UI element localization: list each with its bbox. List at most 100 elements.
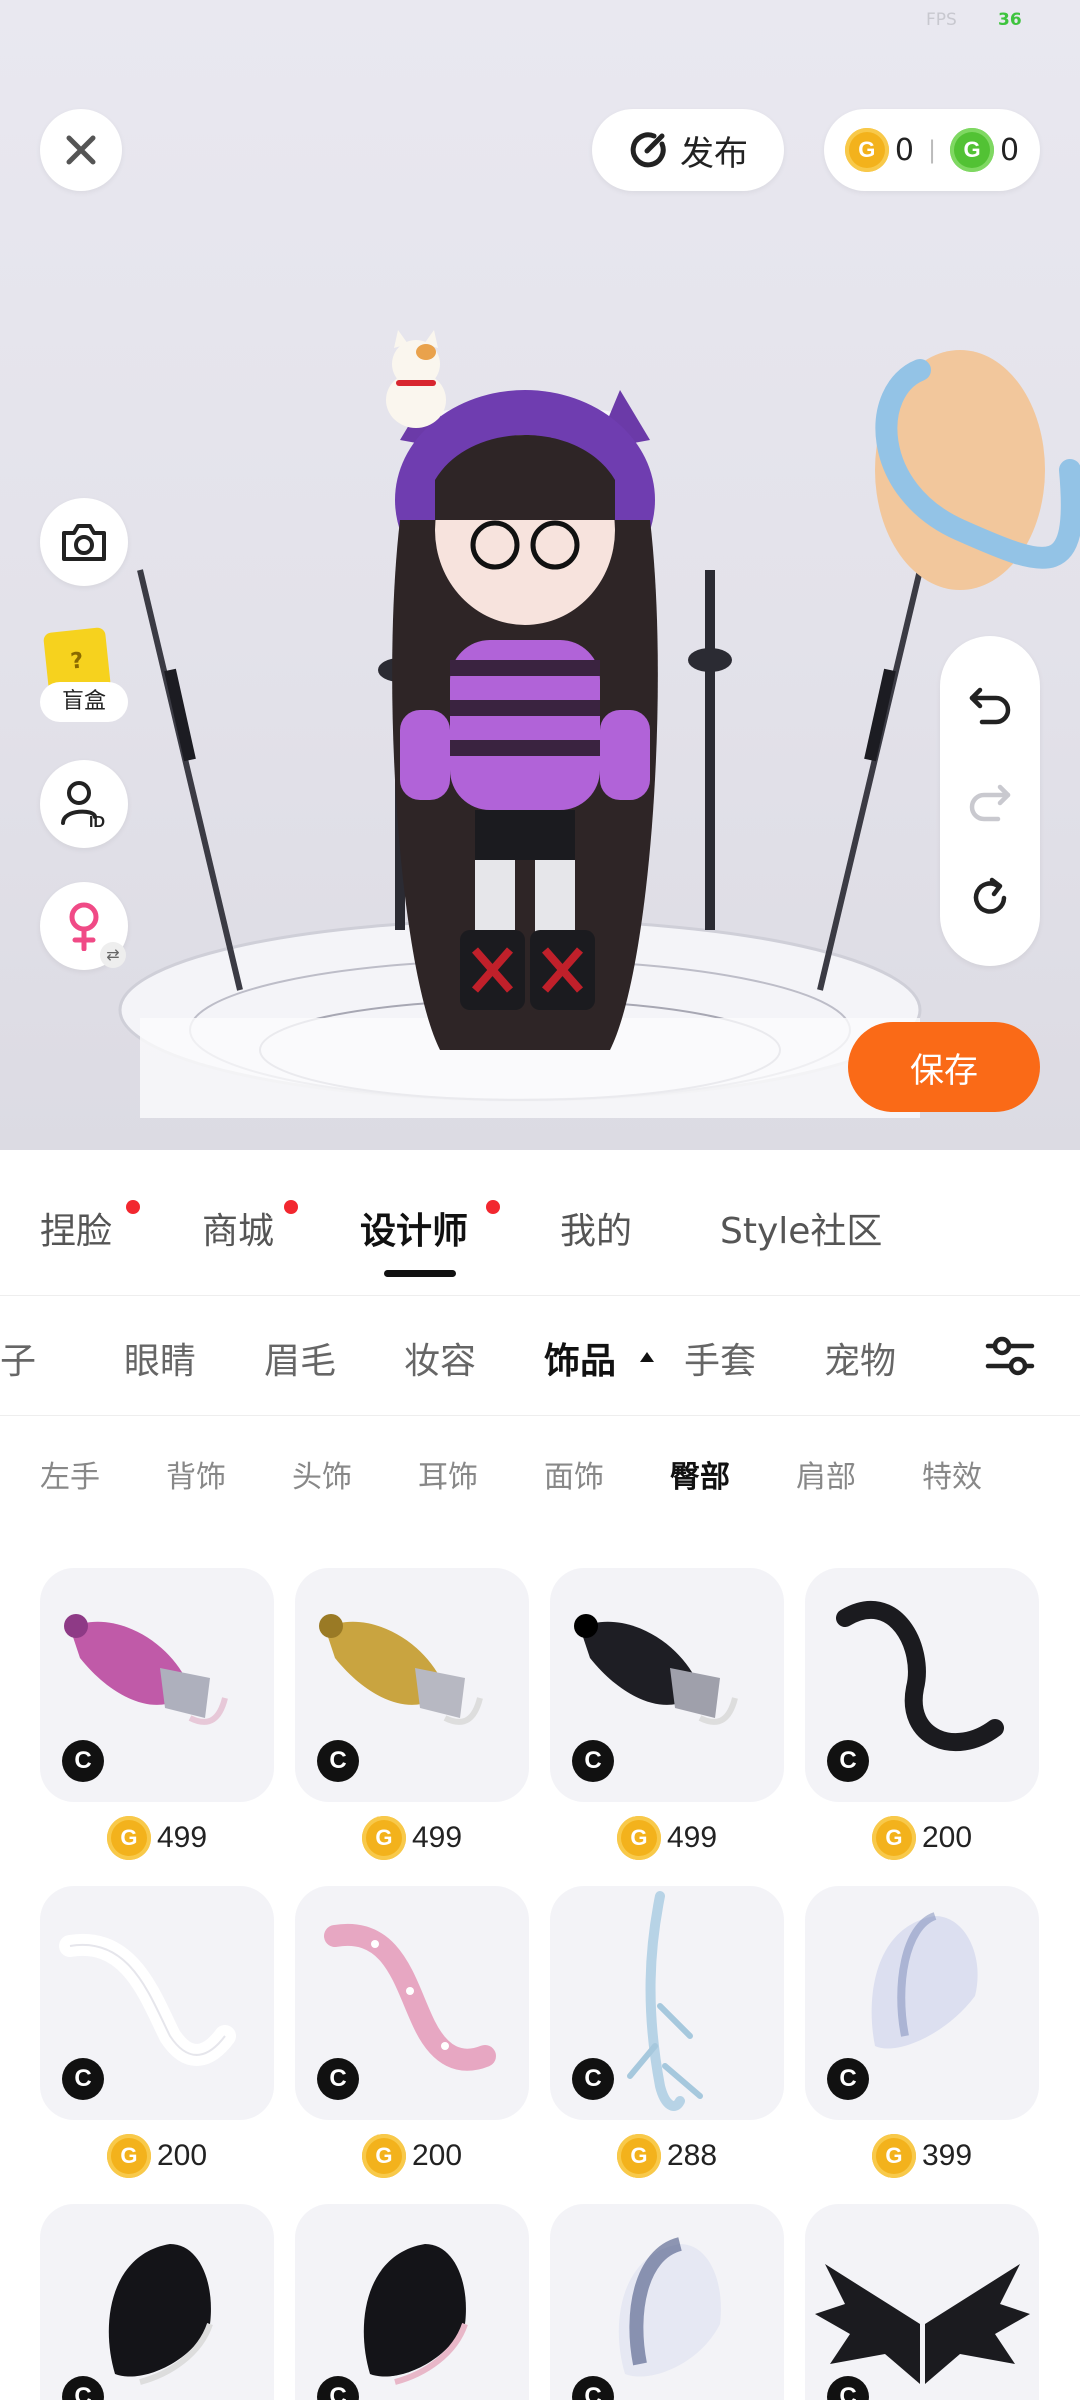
gold-coin-icon: G bbox=[361, 2134, 406, 2178]
gold-coin-icon: G bbox=[616, 2134, 661, 2178]
subtab-effects[interactable]: 特效 bbox=[922, 1452, 982, 1496]
filter-icon[interactable] bbox=[982, 1328, 1038, 1384]
item-card[interactable]: C G 200 bbox=[805, 1568, 1039, 1868]
notification-dot bbox=[486, 1200, 500, 1214]
item-card[interactable]: C G 499 bbox=[40, 1568, 274, 1868]
history-controls bbox=[940, 636, 1040, 966]
item-thumbnail bbox=[40, 2204, 274, 2400]
close-button[interactable] bbox=[40, 109, 122, 191]
subtab-shoulder[interactable]: 肩部 bbox=[796, 1452, 856, 1496]
avatar-id-button[interactable]: ID bbox=[40, 760, 128, 848]
category-tab-bar: 鞋子 眼睛 眉毛 妆容 饰品 手套 宠物 bbox=[0, 1296, 1080, 1416]
save-button[interactable]: 保存 bbox=[848, 1022, 1040, 1112]
notification-dot bbox=[126, 1200, 140, 1214]
avatar-stage[interactable]: FPS 36 发布 G 0 | G 0 ? 盲盒 ID ⇄ 保存 bbox=[0, 0, 1080, 1150]
black-fluffy-tail-icon bbox=[108, 2244, 213, 2385]
creator-badge: C bbox=[62, 2058, 104, 2100]
item-thumbnail bbox=[550, 2204, 784, 2400]
redo-icon[interactable] bbox=[968, 779, 1012, 823]
fps-label: FPS bbox=[926, 10, 957, 30]
category-accessories[interactable]: 饰品 bbox=[544, 1332, 616, 1384]
publish-label: 发布 bbox=[680, 133, 748, 174]
black-pink-tail-icon bbox=[363, 2244, 468, 2385]
main-tab-bar: 捏脸 商城 设计师 我的 Style社区 bbox=[0, 1150, 1080, 1296]
female-icon bbox=[69, 902, 99, 951]
subtab-ear[interactable]: 耳饰 bbox=[418, 1452, 478, 1496]
category-eyes[interactable]: 眼睛 bbox=[124, 1332, 196, 1384]
tab-face[interactable]: 捏脸 bbox=[40, 1202, 112, 1254]
planet-decoration bbox=[875, 350, 1080, 590]
subtab-head[interactable]: 头饰 bbox=[292, 1452, 352, 1496]
lucky-cat-decoration bbox=[386, 330, 446, 428]
item-card[interactable]: C G 288 bbox=[550, 1886, 784, 2186]
creator-badge: C bbox=[62, 1740, 104, 1782]
item-card[interactable]: C G 499 bbox=[550, 1568, 784, 1868]
item-card[interactable]: C G 499 bbox=[295, 1568, 529, 1868]
blind-box-button[interactable]: ? 盲盒 bbox=[40, 626, 128, 730]
black-wings-icon bbox=[815, 2264, 1030, 2384]
price-value: 399 bbox=[921, 2139, 973, 2172]
subtab-face[interactable]: 面饰 bbox=[544, 1452, 604, 1496]
price-value: 499 bbox=[666, 1821, 718, 1854]
item-card[interactable]: C G 200 bbox=[295, 1886, 529, 2186]
publish-icon bbox=[630, 132, 666, 168]
price-value: 288 bbox=[666, 2139, 718, 2172]
avatar-character bbox=[392, 390, 658, 1050]
creator-badge: C bbox=[317, 1740, 359, 1782]
item-thumbnail bbox=[805, 2204, 1039, 2400]
gold-coin-icon: G bbox=[616, 1816, 661, 1860]
publish-button[interactable]: 发布 bbox=[592, 109, 784, 191]
item-price: G 499 bbox=[550, 1816, 784, 1860]
sword-decoration bbox=[137, 569, 243, 991]
gold-coin-icon: G bbox=[361, 1816, 406, 1860]
tab-mall[interactable]: 商城 bbox=[202, 1202, 274, 1254]
price-value: 499 bbox=[156, 1821, 208, 1854]
item-price: G 200 bbox=[40, 2134, 274, 2178]
item-price: G 399 bbox=[805, 2134, 1039, 2178]
item-price: G 499 bbox=[40, 1816, 274, 1860]
sword-decoration bbox=[817, 569, 923, 991]
item-card[interactable]: C bbox=[295, 2204, 529, 2400]
user-id-icon: ID bbox=[61, 781, 105, 829]
subtab-left-hand[interactable]: 左手 bbox=[40, 1452, 100, 1496]
camera-button[interactable] bbox=[40, 498, 128, 586]
undo-icon[interactable] bbox=[968, 682, 1012, 726]
tab-style-community[interactable]: Style社区 bbox=[720, 1202, 882, 1254]
item-thumbnail bbox=[295, 2204, 529, 2400]
blind-box-label: 盲盒 bbox=[40, 682, 128, 722]
svg-text:ID: ID bbox=[89, 814, 105, 829]
reset-icon[interactable] bbox=[968, 876, 1012, 920]
subtab-hip[interactable]: 臀部 bbox=[670, 1452, 730, 1496]
gold-coin-icon: G bbox=[871, 1816, 916, 1860]
item-card[interactable]: C G 200 bbox=[40, 1886, 274, 2186]
subtab-back[interactable]: 背饰 bbox=[166, 1452, 226, 1496]
category-gloves[interactable]: 手套 bbox=[684, 1332, 756, 1384]
creator-badge: C bbox=[572, 2058, 614, 2100]
fps-value: 36 bbox=[998, 10, 1022, 30]
tab-mine[interactable]: 我的 bbox=[560, 1202, 632, 1254]
category-makeup[interactable]: 妆容 bbox=[404, 1332, 476, 1384]
camera-icon bbox=[62, 524, 106, 561]
item-card[interactable]: C G 399 bbox=[805, 1886, 1039, 2186]
category-eyebrows[interactable]: 眉毛 bbox=[264, 1332, 336, 1384]
notification-dot bbox=[284, 1200, 298, 1214]
gold-coin-icon: G bbox=[106, 1816, 151, 1860]
blue-fluffy-tail-icon bbox=[618, 2237, 721, 2377]
item-card[interactable]: C bbox=[550, 2204, 784, 2400]
category-pets[interactable]: 宠物 bbox=[824, 1332, 896, 1384]
price-value: 200 bbox=[411, 2139, 463, 2172]
caret-up-icon bbox=[640, 1352, 654, 1362]
item-card[interactable]: C bbox=[805, 2204, 1039, 2400]
price-value: 200 bbox=[921, 1821, 973, 1854]
category-shoes[interactable]: 鞋子 bbox=[0, 1332, 36, 1384]
gold-coin-icon: G bbox=[106, 2134, 151, 2178]
gender-switch-button[interactable]: ⇄ bbox=[40, 882, 128, 970]
creator-badge: C bbox=[827, 2058, 869, 2100]
tab-designer[interactable]: 设计师 bbox=[360, 1202, 468, 1254]
green-coin-icon: G bbox=[950, 128, 995, 172]
close-icon bbox=[66, 135, 96, 165]
currency-balance[interactable]: G 0 | G 0 bbox=[824, 109, 1040, 191]
currency-divider: | bbox=[927, 136, 937, 164]
item-card[interactable]: C bbox=[40, 2204, 274, 2400]
customization-panel: 捏脸 商城 设计师 我的 Style社区 鞋子 眼睛 眉毛 妆容 饰品 手套 宠… bbox=[0, 1150, 1080, 2400]
